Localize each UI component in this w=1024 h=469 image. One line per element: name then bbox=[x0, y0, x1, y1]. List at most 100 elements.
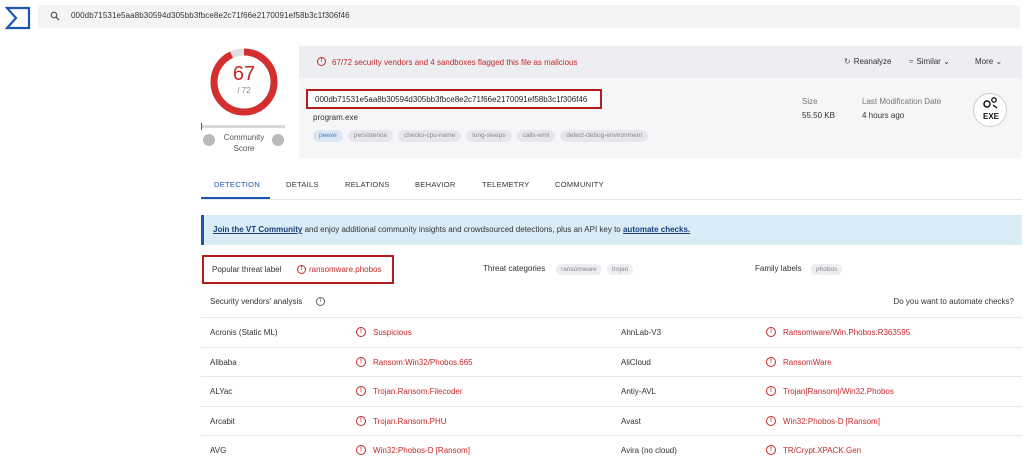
alert-icon: ! bbox=[356, 445, 366, 455]
popular-threat-label-title: Popular threat label bbox=[212, 265, 282, 274]
tab-details[interactable]: DETAILS bbox=[286, 180, 319, 189]
vendor-result: Win32:Phobos-D [Ransom] bbox=[783, 416, 880, 426]
exe-file-type-icon: EXE bbox=[973, 93, 1007, 127]
tab-community[interactable]: COMMUNITY bbox=[555, 180, 604, 189]
table-row: Alibaba ! Ransom:Win32/Phobos.665 AliClo… bbox=[201, 346, 1022, 377]
automate-checks-link[interactable]: automate checks. bbox=[623, 225, 690, 234]
family-labels-label: Family labels bbox=[755, 264, 802, 273]
file-name: program.exe bbox=[313, 113, 358, 122]
vendor-name: Arcabit bbox=[210, 416, 235, 426]
tag-peexe[interactable]: peexe bbox=[313, 130, 343, 142]
exe-badge-text: EXE bbox=[982, 112, 999, 121]
vendor-name: Acronis (Static ML) bbox=[210, 328, 278, 337]
automate-checks-question[interactable]: Do you want to automate checks? bbox=[893, 297, 1014, 306]
file-hash: 000db71531e5aa8b30594d305bb3fbce8e2c71f6… bbox=[315, 95, 588, 104]
vendor-name: AVG bbox=[210, 446, 227, 455]
tabs-divider bbox=[201, 199, 1022, 200]
vendor-name: Avira (no cloud) bbox=[621, 446, 677, 455]
vendors-analysis-header: Security vendors' analysis i Do you want… bbox=[201, 291, 1022, 313]
tag-detect-debug-environment[interactable]: detect-debug-environment bbox=[560, 130, 649, 142]
tag-persistence[interactable]: persistence bbox=[347, 130, 393, 142]
community-banner: Join the VT Community and enjoy addition… bbox=[201, 215, 1022, 245]
section-tabs: DETECTION DETAILS RELATIONS BEHAVIOR TEL… bbox=[201, 170, 1022, 200]
alert-icon: ! bbox=[356, 327, 366, 337]
tab-telemetry[interactable]: TELEMETRY bbox=[482, 180, 530, 189]
chevron-down-icon: ⌄ bbox=[943, 57, 950, 66]
table-row: ALYac ! Trojan.Ransom.Filecoder Antiy-AV… bbox=[201, 376, 1022, 406]
alert-text: 67/72 security vendors and 4 sandboxes f… bbox=[332, 58, 578, 67]
popular-threat-label-value[interactable]: ransomware.phobos bbox=[309, 265, 381, 274]
category-tag-trojan[interactable]: trojan bbox=[607, 264, 634, 275]
vendors-analysis-title: Security vendors' analysis bbox=[210, 297, 303, 306]
vendor-name: ALYac bbox=[210, 387, 233, 396]
alert-icon: ! bbox=[356, 356, 366, 367]
table-row: AVG ! Win32:Phobos-D [Ransom] Avira (no … bbox=[201, 435, 1022, 465]
popular-threat-label-box: Popular threat label ! ransomware.phobos bbox=[202, 255, 394, 284]
similar-button[interactable]: ≈ Similar ⌄ bbox=[909, 57, 950, 66]
vendor-result: Trojan.Ransom.PHU bbox=[373, 416, 447, 426]
alert-icon: ! bbox=[766, 327, 776, 337]
downvote-icon[interactable] bbox=[203, 134, 215, 146]
upvote-icon[interactable] bbox=[272, 134, 284, 146]
tag-checks-cpu-name[interactable]: checks-cpu-name bbox=[397, 130, 462, 142]
info-icon[interactable]: i bbox=[316, 297, 325, 306]
tab-detection[interactable]: DETECTION bbox=[214, 180, 260, 189]
join-community-link[interactable]: Join the VT Community bbox=[213, 225, 302, 234]
virustotal-logo-icon[interactable] bbox=[5, 6, 31, 30]
vendor-result: Ransom:Win32/Phobos.665 bbox=[373, 357, 473, 367]
search-icon bbox=[50, 11, 60, 21]
reanalyze-button[interactable]: ↻ Reanalyze bbox=[844, 57, 892, 66]
top-bar: 000db71531e5aa8b30594d305bb3fbce8e2c71f6… bbox=[0, 0, 1024, 34]
vendor-name: AliCloud bbox=[621, 357, 651, 367]
vendor-name: Avast bbox=[621, 416, 641, 426]
threat-categories-label: Threat categories bbox=[483, 264, 546, 273]
file-hash-box[interactable]: 000db71531e5aa8b30594d305bb3fbce8e2c71f6… bbox=[306, 89, 602, 109]
table-row: Arcabit ! Trojan.Ransom.PHU Avast ! Win3… bbox=[201, 405, 1022, 436]
banner-text: Join the VT Community and enjoy addition… bbox=[213, 225, 691, 234]
family-tag-phobos[interactable]: phobos bbox=[811, 264, 843, 275]
tab-behavior[interactable]: BEHAVIOR bbox=[415, 180, 456, 189]
size-value: 55.50 KB bbox=[802, 111, 835, 120]
chevron-down-icon: ⌄ bbox=[995, 57, 1003, 66]
alert-icon: ! bbox=[766, 415, 776, 426]
alert-icon: ! bbox=[356, 415, 366, 426]
vendor-results-table: Acronis (Static ML) ! Suspicious AhnLab-… bbox=[201, 317, 1022, 465]
alert-bar: ! 67/72 security vendors and 4 sandboxes… bbox=[299, 46, 1022, 78]
alert-icon: ! bbox=[356, 386, 366, 396]
file-tags: peexe persistence checks-cpu-name long-s… bbox=[313, 130, 649, 143]
vendor-result: Trojan[Ransom]/Win32.Phobos bbox=[783, 387, 894, 396]
search-input[interactable]: 000db71531e5aa8b30594d305bb3fbce8e2c71f6… bbox=[71, 11, 350, 20]
size-label: Size bbox=[802, 97, 818, 106]
tag-calls-wmi[interactable]: calls-wmi bbox=[516, 130, 556, 142]
detection-score: 67 / 72 bbox=[203, 44, 285, 124]
vendor-name: AhnLab-V3 bbox=[621, 328, 662, 337]
threat-alert-icon: ! bbox=[297, 265, 306, 274]
table-row: Acronis (Static ML) ! Suspicious AhnLab-… bbox=[201, 317, 1022, 347]
alert-icon: ! bbox=[766, 445, 776, 455]
vendor-name: Antiy-AVL bbox=[621, 387, 656, 396]
score-total: / 72 bbox=[237, 86, 251, 95]
tag-long-sleeps[interactable]: long-sleeps bbox=[466, 130, 512, 142]
last-modified-label: Last Modification Date bbox=[862, 97, 942, 106]
alert-icon: ! bbox=[317, 57, 326, 66]
tab-relations[interactable]: RELATIONS bbox=[345, 180, 390, 189]
vendor-name: Alibaba bbox=[210, 357, 237, 367]
last-modified-value: 4 hours ago bbox=[862, 111, 905, 120]
alert-icon: ! bbox=[766, 386, 776, 396]
vendor-result: Ransomware/Win.Phobos.R363595 bbox=[783, 328, 911, 337]
refresh-icon: ↻ bbox=[844, 57, 851, 66]
similar-icon: ≈ bbox=[909, 57, 914, 66]
community-score-marker bbox=[201, 123, 202, 130]
alert-icon: ! bbox=[766, 356, 776, 367]
search-bar[interactable]: 000db71531e5aa8b30594d305bb3fbce8e2c71f6… bbox=[38, 5, 1020, 28]
vendor-result: Suspicious bbox=[373, 328, 412, 337]
more-button[interactable]: More ⌄ bbox=[975, 57, 1002, 66]
gear-code-icon bbox=[983, 97, 998, 109]
community-score-label: Community Score bbox=[223, 133, 265, 153]
vendor-result: Win32:Phobos-D [Ransom] bbox=[373, 446, 470, 455]
vendor-result: TR/Crypt.XPACK.Gen bbox=[783, 446, 862, 455]
category-tag-ransomware[interactable]: ransomware bbox=[556, 264, 602, 275]
community-score-bar bbox=[201, 123, 285, 130]
score-detected: 67 bbox=[232, 63, 256, 85]
vendor-result: RansomWare bbox=[783, 357, 832, 367]
